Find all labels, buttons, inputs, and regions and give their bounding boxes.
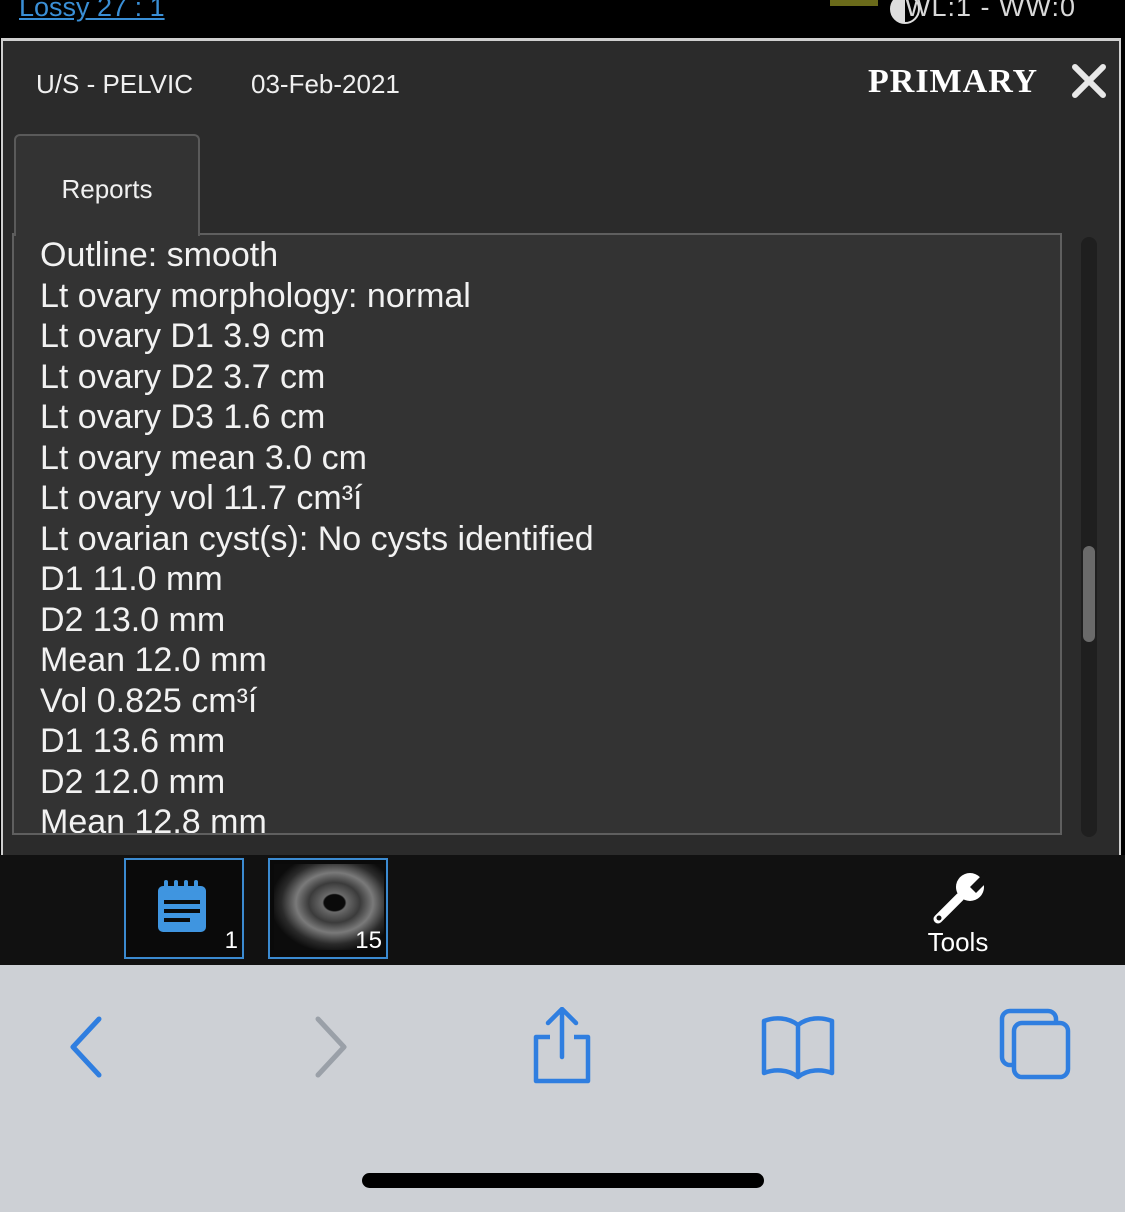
tabs-icon[interactable] (996, 1007, 1076, 1087)
report-lines: Outline: smooth Lt ovary morphology: nor… (40, 235, 594, 835)
report-line: D2 12.0 mm (40, 762, 226, 801)
browser-toolbar (0, 965, 1125, 1212)
window-level-text: WL:1 - WW:0 (905, 0, 1077, 22)
orientation-badge (830, 0, 878, 6)
tools-label: Tools (927, 927, 989, 957)
report-thumbnail[interactable]: 1 (124, 858, 244, 959)
wrench-icon (933, 871, 988, 924)
report-scrollbar-thumb[interactable] (1083, 546, 1095, 642)
report-count: 1 (224, 927, 238, 954)
tab-reports[interactable]: Reports (14, 134, 200, 236)
report-line: Mean 12.0 mm (40, 641, 267, 679)
report-line: Lt ovary D3 1.6 cm (40, 398, 326, 436)
study-date: 03-Feb-2021 (251, 69, 400, 99)
tab-reports-label: Reports (61, 174, 153, 204)
report-panel: U/S - PELVIC 03-Feb-2021 PRIMARY Reports… (1, 38, 1121, 855)
report-line: Lt ovary D1 3.9 cm (40, 317, 326, 355)
forward-icon (315, 1016, 347, 1078)
back-icon[interactable] (47, 1007, 127, 1087)
report-line: Lt ovary vol 11.7 cm³í (40, 479, 363, 517)
ultrasound-series-thumbnail[interactable]: 15 (268, 858, 388, 959)
primary-badge: PRIMARY (868, 63, 1039, 100)
home-indicator[interactable] (362, 1173, 764, 1188)
report-line: Vol 0.825 cm³í (40, 681, 258, 720)
compression-link[interactable]: Lossy 27 : 1 (19, 0, 165, 23)
share-icon[interactable] (522, 1007, 602, 1087)
bookmarks-icon[interactable] (758, 1007, 838, 1087)
study-title: U/S - PELVIC (36, 69, 194, 99)
tools-button[interactable]: Tools (916, 867, 1000, 957)
report-line: Outline: smooth (40, 236, 279, 274)
report-line: Lt ovary D2 3.7 cm (40, 357, 326, 396)
report-scrollbar-track[interactable] (1081, 237, 1097, 837)
report-line: Lt ovarian cyst(s): No cysts identified (40, 519, 594, 558)
series-bar: 1 15 Tools (0, 855, 1125, 965)
image-count: 15 (355, 927, 382, 954)
report-text-area[interactable]: Outline: smooth Lt ovary morphology: nor… (12, 233, 1062, 835)
window-level-readout: WL:1 - WW:0 (888, 0, 1076, 23)
report-line: Lt ovary morphology: normal (40, 276, 471, 315)
report-line: Lt ovary mean 3.0 cm (40, 438, 367, 477)
report-line: D2 13.0 mm (40, 600, 226, 639)
viewer-status-strip: Lossy 27 : 1 WL:1 - WW:0 (0, 0, 1125, 38)
report-line: D1 11.0 mm (40, 560, 223, 598)
close-icon[interactable] (1069, 61, 1109, 101)
report-notepad-icon (158, 880, 206, 932)
report-line: Mean 12.8 mm (40, 803, 267, 835)
report-line: D1 13.6 mm (40, 722, 226, 760)
